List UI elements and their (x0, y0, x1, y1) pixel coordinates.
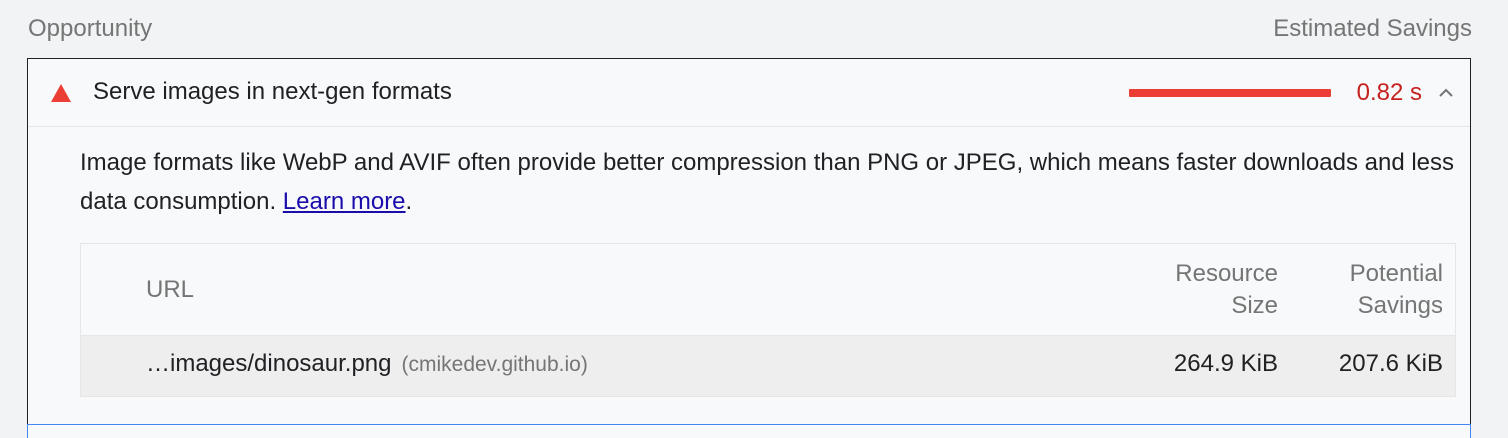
row-potential-savings: 207.6 KiB (1338, 350, 1443, 377)
column-header-url: URL (146, 276, 195, 303)
audit-description: Image formats like WebP and AVIF often p… (80, 143, 1460, 221)
row-url-cell: …images/dinosaur.png (cmikedev.github.io) (146, 350, 588, 378)
table-header-row: URL Resource Size Potential Savings (81, 244, 1455, 336)
savings-bar (1129, 89, 1331, 97)
row-resource-size: 264.9 KiB (1173, 350, 1278, 377)
audit-summary-row[interactable]: Serve images in next-gen formats 0.82 s (28, 59, 1470, 127)
row-host: (cmikedev.github.io) (401, 353, 588, 376)
description-suffix: . (405, 188, 413, 215)
column-header-resource-size-line1: Resource (1175, 260, 1278, 287)
learn-more-link[interactable]: Learn more (283, 188, 406, 215)
table-row: …images/dinosaur.png (cmikedev.github.io)… (81, 336, 1455, 396)
column-header-resource-size: Resource Size (1175, 258, 1278, 322)
chevron-up-icon[interactable] (1436, 83, 1456, 103)
details-table: URL Resource Size Potential Savings …ima… (80, 243, 1456, 397)
row-url[interactable]: …images/dinosaur.png (146, 350, 391, 377)
column-header-potential-savings: Potential Savings (1350, 258, 1443, 322)
savings-value: 0.82 s (1356, 79, 1422, 106)
audit-serve-next-gen-images: Serve images in next-gen formats 0.82 s … (27, 58, 1471, 426)
column-header-resource-size-line2: Size (1231, 292, 1278, 319)
opportunity-header: Opportunity Estimated Savings (28, 14, 1472, 44)
opportunity-column-label: Opportunity (28, 15, 153, 42)
estimated-savings-column-label: Estimated Savings (1273, 15, 1472, 42)
column-header-potential-savings-line1: Potential (1349, 260, 1443, 287)
audit-title: Serve images in next-gen formats (93, 78, 452, 105)
next-audit-edge[interactable] (27, 424, 1471, 438)
fail-triangle-icon (51, 84, 71, 102)
column-header-potential-savings-line2: Savings (1357, 292, 1443, 319)
savings-bar-fill (1129, 89, 1331, 97)
